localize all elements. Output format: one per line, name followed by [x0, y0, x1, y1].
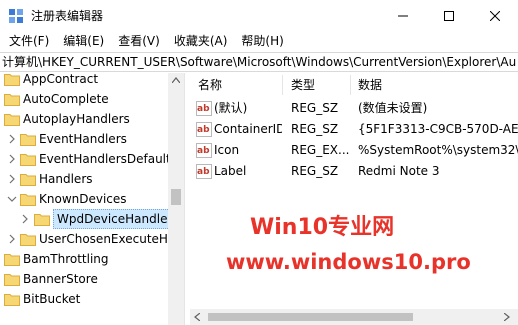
chevron-right-icon[interactable] — [7, 134, 17, 144]
tree-item[interactable]: WpdDeviceHandler — [0, 209, 168, 229]
regedit-icon — [9, 9, 23, 23]
svg-text:ab: ab — [197, 104, 210, 114]
tree-item[interactable]: BitBucket — [0, 289, 168, 309]
tree-item-label: BitBucket — [23, 292, 81, 306]
tree-scroll-thumb[interactable] — [171, 189, 181, 205]
maximize-icon — [444, 10, 454, 21]
chevron-right-icon[interactable] — [7, 174, 17, 184]
string-value-icon: ab — [196, 122, 212, 137]
tree-item[interactable]: AutoplayHandlers — [0, 109, 168, 129]
tree-item-label: UserChosenExecuteHa — [39, 232, 168, 246]
value-name: ContainerID — [214, 122, 282, 136]
title-bar: 注册表编辑器 — [0, 0, 518, 31]
tree-item-label: WpdDeviceHandler — [53, 209, 168, 229]
column-header-data[interactable]: 数据 — [358, 73, 382, 97]
tree-item-label: BamThrottling — [23, 252, 109, 266]
tree-item[interactable]: EventHandlersDefaultSe — [0, 149, 168, 169]
string-value-icon: ab — [196, 164, 212, 179]
chevron-right-icon[interactable] — [7, 154, 17, 164]
svg-text:ab: ab — [197, 125, 210, 135]
svg-text:ab: ab — [197, 167, 210, 177]
tree-item[interactable]: Handlers — [0, 169, 168, 189]
menu-view[interactable]: 查看(V) — [111, 31, 167, 51]
value-name: (默认) — [214, 101, 248, 115]
watermark-title: Win10专业网 — [250, 215, 395, 240]
folder-icon — [4, 94, 20, 106]
value-name: Label — [214, 164, 247, 178]
folder-icon — [20, 154, 36, 166]
value-row[interactable]: ab Label REG_SZ Redmi Note 3 — [190, 161, 518, 182]
value-data: %SystemRoot%\system32\ — [358, 143, 518, 157]
column-divider[interactable] — [282, 75, 283, 95]
folder-icon — [4, 294, 20, 306]
minimize-button[interactable] — [380, 0, 426, 31]
value-row[interactable]: ab Icon REG_EX... %SystemRoot%\system32\ — [190, 140, 518, 161]
tree-item-label: AutoplayHandlers — [23, 112, 130, 126]
tree-item[interactable]: EventHandlers — [0, 129, 168, 149]
menu-help[interactable]: 帮助(H) — [234, 31, 290, 51]
tree-item[interactable]: AppContract — [0, 73, 168, 89]
scroll-up-icon[interactable] — [172, 77, 180, 83]
menu-favorites[interactable]: 收藏夹(A) — [167, 31, 235, 51]
tree-item-label: BannerStore — [23, 272, 98, 286]
value-type: REG_EX... — [291, 143, 350, 157]
value-name: Icon — [214, 143, 240, 157]
value-row[interactable]: ab ContainerID REG_SZ {5F1F3313-C9CB-570D-A… — [190, 119, 518, 140]
tree-item-label: AppContract — [23, 73, 99, 86]
watermark-url: www.windows10.pro — [226, 250, 471, 274]
tree-item[interactable]: UserChosenExecuteHa — [0, 229, 168, 249]
folder-icon — [4, 114, 20, 126]
value-type: REG_SZ — [291, 164, 339, 178]
window-title: 注册表编辑器 — [31, 9, 104, 23]
scroll-right-icon[interactable] — [504, 313, 510, 321]
string-value-icon: ab — [196, 101, 212, 116]
values-scroll-thumb[interactable] — [208, 313, 413, 321]
chevron-right-icon[interactable] — [20, 214, 30, 224]
tree-item-label: Handlers — [39, 172, 93, 186]
tree-item[interactable]: BannerStore — [0, 269, 168, 289]
string-value-icon: ab — [196, 143, 212, 158]
folder-icon — [20, 174, 36, 186]
tree-item-label: AutoComplete — [23, 92, 109, 106]
menu-file[interactable]: 文件(F) — [2, 31, 56, 51]
close-icon — [490, 10, 500, 21]
values-horizontal-scrollbar[interactable] — [190, 309, 518, 325]
folder-icon — [20, 234, 36, 246]
key-tree: AppContract AutoComplete AutoplayHandlers E… — [0, 73, 184, 325]
folder-icon — [4, 254, 20, 266]
value-data: {5F1F3313-C9CB-570D-AED — [358, 122, 518, 136]
tree-item[interactable]: BamThrottling — [0, 249, 168, 269]
value-row[interactable]: ab (默认) REG_SZ (数值未设置) — [190, 98, 518, 119]
folder-icon — [20, 194, 36, 206]
tree-item-label: EventHandlersDefaultSe — [39, 152, 168, 166]
chevron-down-icon[interactable] — [7, 194, 17, 204]
menu-edit[interactable]: 编辑(E) — [56, 31, 111, 51]
close-button[interactable] — [472, 0, 518, 31]
tree-item-label: KnownDevices — [39, 192, 127, 206]
chevron-right-icon[interactable] — [7, 234, 17, 244]
column-divider[interactable] — [350, 75, 351, 95]
folder-icon — [4, 74, 20, 86]
scroll-left-icon[interactable] — [194, 313, 200, 321]
tree-item[interactable]: AutoComplete — [0, 89, 168, 109]
menu-bar: 文件(F) 编辑(E) 查看(V) 收藏夹(A) 帮助(H) — [0, 31, 518, 51]
column-header-type[interactable]: 类型 — [291, 73, 315, 97]
value-data: (数值未设置) — [358, 101, 428, 115]
tree-scrollbar[interactable] — [168, 73, 184, 325]
value-type: REG_SZ — [291, 101, 339, 115]
maximize-button[interactable] — [426, 0, 472, 31]
folder-icon — [20, 134, 36, 146]
column-header-name[interactable]: 名称 — [198, 73, 222, 97]
folder-icon — [4, 274, 20, 286]
minimize-icon — [398, 15, 408, 16]
tree-item-label: EventHandlers — [39, 132, 127, 146]
svg-text:ab: ab — [197, 146, 210, 156]
tree-item[interactable]: KnownDevices — [0, 189, 168, 209]
value-type: REG_SZ — [291, 122, 339, 136]
value-data: Redmi Note 3 — [358, 164, 440, 178]
address-bar[interactable]: 计算机\HKEY_CURRENT_USER\Software\Microsoft… — [0, 52, 518, 72]
folder-icon — [34, 214, 50, 226]
values-list: 名称 类型 数据 ab (默认) REG_SZ (数值未设置) ab ContainerI… — [190, 73, 518, 325]
